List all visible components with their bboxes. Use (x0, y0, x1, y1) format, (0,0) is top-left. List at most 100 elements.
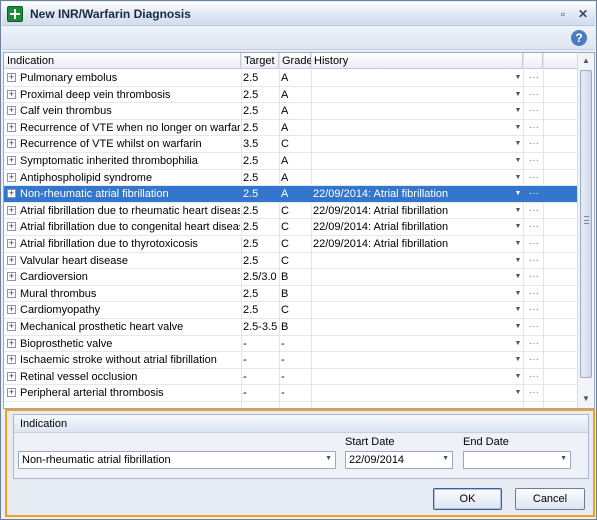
column-header-history[interactable]: History (311, 53, 523, 69)
ellipsis-button[interactable]: ··· (526, 385, 542, 401)
vertical-scrollbar[interactable]: ▲ ▼ (577, 53, 594, 408)
table-row[interactable]: + Calf vein thrombus 2.5 A ▼ ··· (4, 103, 578, 120)
expand-icon[interactable]: + (7, 222, 16, 232)
cell-grade: C (281, 254, 289, 267)
chevron-down-icon[interactable]: ▼ (442, 455, 449, 462)
indication-select[interactable]: Non-rheumatic atrial fibrillation ▼ (18, 451, 336, 469)
column-header-target[interactable]: Target (241, 53, 279, 69)
expand-icon[interactable]: + (7, 255, 16, 265)
ellipsis-button[interactable]: ··· (526, 170, 542, 186)
expand-icon[interactable]: + (7, 355, 16, 365)
expand-icon[interactable]: + (7, 388, 16, 398)
expand-icon[interactable]: + (7, 106, 16, 116)
history-dropdown-icon[interactable]: ▼ (512, 336, 524, 352)
ellipsis-button[interactable]: ··· (526, 369, 542, 385)
expand-icon[interactable]: + (7, 338, 16, 348)
history-dropdown-icon[interactable]: ▼ (512, 170, 524, 186)
history-dropdown-icon[interactable]: ▼ (512, 136, 524, 152)
history-dropdown-icon[interactable]: ▼ (512, 352, 524, 368)
table-row[interactable]: + Cardiomyopathy 2.5 C ▼ ··· (4, 302, 578, 319)
chevron-down-icon[interactable]: ▼ (325, 455, 332, 462)
table-row[interactable]: + Atrial fibrillation due to thyrotoxicos… (4, 236, 578, 253)
expand-icon[interactable]: + (7, 288, 16, 298)
history-dropdown-icon[interactable]: ▼ (512, 236, 524, 252)
ellipsis-button[interactable]: ··· (526, 302, 542, 318)
ellipsis-button[interactable]: ··· (526, 120, 542, 136)
ellipsis-button[interactable]: ··· (526, 203, 542, 219)
expand-icon[interactable]: + (7, 89, 16, 99)
history-dropdown-icon[interactable]: ▼ (512, 120, 524, 136)
ellipsis-button[interactable]: ··· (526, 103, 542, 119)
table-row[interactable]: + Mechanical prosthetic heart valve 2.5-3.… (4, 319, 578, 336)
expand-icon[interactable]: + (7, 155, 16, 165)
expand-icon[interactable]: + (7, 371, 16, 381)
table-row[interactable]: + Retinal vessel occlusion - - ▼ ··· (4, 369, 578, 386)
history-dropdown-icon[interactable]: ▼ (512, 203, 524, 219)
cancel-button[interactable]: Cancel (515, 488, 585, 510)
table-row[interactable]: + Valvular heart disease 2.5 C ▼ ··· (4, 253, 578, 270)
ellipsis-button[interactable]: ··· (526, 186, 542, 202)
ellipsis-button[interactable]: ··· (526, 286, 542, 302)
table-row[interactable]: + Cardioversion 2.5/3.0 B ▼ ··· (4, 269, 578, 286)
scroll-down-icon[interactable]: ▼ (578, 391, 594, 407)
close-button[interactable]: ✕ (575, 6, 591, 22)
ellipsis-button[interactable]: ··· (526, 87, 542, 103)
table-row[interactable]: + Ischaemic stroke without atrial fibrill… (4, 352, 578, 369)
start-date-picker[interactable]: 22/09/2014 ▼ (345, 451, 453, 469)
table-row[interactable]: + Symptomatic inherited thrombophilia 2.5 A… (4, 153, 578, 170)
ellipsis-button[interactable]: ··· (526, 253, 542, 269)
help-icon[interactable]: ? (571, 30, 587, 46)
table-row[interactable]: + Bioprosthetic valve - - ▼ ··· (4, 336, 578, 353)
table-row[interactable]: + Peripheral arterial thrombosis - - ▼ ··· (4, 385, 578, 402)
expand-icon[interactable]: + (7, 139, 16, 149)
expand-icon[interactable]: + (7, 305, 16, 315)
expand-icon[interactable]: + (7, 122, 16, 132)
history-dropdown-icon[interactable]: ▼ (512, 319, 524, 335)
history-dropdown-icon[interactable]: ▼ (512, 302, 524, 318)
history-dropdown-icon[interactable]: ▼ (512, 385, 524, 401)
table-row[interactable]: + Atrial fibrillation due to congenital h… (4, 219, 578, 236)
ellipsis-button[interactable]: ··· (526, 153, 542, 169)
expand-icon[interactable]: + (7, 172, 16, 182)
table-row[interactable]: + Non-rheumatic atrial fibrillation 2.5 A 22… (4, 186, 578, 203)
table-row[interactable]: + Recurrence of VTE when no longer on war… (4, 120, 578, 137)
expand-icon[interactable]: + (7, 205, 16, 215)
expand-icon[interactable]: + (7, 321, 16, 331)
scroll-thumb[interactable] (580, 70, 592, 378)
history-dropdown-icon[interactable]: ▼ (512, 369, 524, 385)
expand-icon[interactable]: + (7, 73, 16, 82)
minimize-button[interactable]: ▫ (555, 6, 571, 22)
table-row[interactable]: + Pulmonary embolus 2.5 A ▼ ··· (4, 70, 578, 87)
ellipsis-button[interactable]: ··· (526, 352, 542, 368)
history-dropdown-icon[interactable]: ▼ (512, 103, 524, 119)
ellipsis-button[interactable]: ··· (526, 269, 542, 285)
ellipsis-button[interactable]: ··· (526, 219, 542, 235)
ellipsis-button[interactable]: ··· (526, 336, 542, 352)
expand-icon[interactable]: + (7, 238, 16, 248)
chevron-down-icon[interactable]: ▼ (560, 455, 567, 462)
ellipsis-button[interactable]: ··· (526, 319, 542, 335)
history-dropdown-icon[interactable]: ▼ (512, 253, 524, 269)
table-row[interactable]: + Mural thrombus 2.5 B ▼ ··· (4, 286, 578, 303)
end-date-picker[interactable]: ▼ (463, 451, 571, 469)
history-dropdown-icon[interactable]: ▼ (512, 186, 524, 202)
ellipsis-button[interactable]: ··· (526, 70, 542, 86)
table-row[interactable]: + Recurrence of VTE whilst on warfarin 3.5… (4, 136, 578, 153)
history-dropdown-icon[interactable]: ▼ (512, 153, 524, 169)
ellipsis-button[interactable]: ··· (526, 236, 542, 252)
ok-button[interactable]: OK (433, 488, 502, 510)
history-dropdown-icon[interactable]: ▼ (512, 269, 524, 285)
history-dropdown-icon[interactable]: ▼ (512, 87, 524, 103)
column-header-grade[interactable]: Grade (279, 53, 313, 69)
expand-icon[interactable]: + (7, 272, 16, 282)
table-row[interactable]: + Antiphospholipid syndrome 2.5 A ▼ ··· (4, 170, 578, 187)
history-dropdown-icon[interactable]: ▼ (512, 219, 524, 235)
column-header-indication[interactable]: Indication (4, 53, 241, 69)
table-row[interactable]: + Atrial fibrillation due to rheumatic he… (4, 203, 578, 220)
ellipsis-button[interactable]: ··· (526, 136, 542, 152)
scroll-up-icon[interactable]: ▲ (578, 53, 594, 69)
history-dropdown-icon[interactable]: ▼ (512, 286, 524, 302)
history-dropdown-icon[interactable]: ▼ (512, 70, 524, 86)
expand-icon[interactable]: + (7, 189, 16, 199)
table-row[interactable]: + Proximal deep vein thrombosis 2.5 A ▼ ··· (4, 87, 578, 104)
